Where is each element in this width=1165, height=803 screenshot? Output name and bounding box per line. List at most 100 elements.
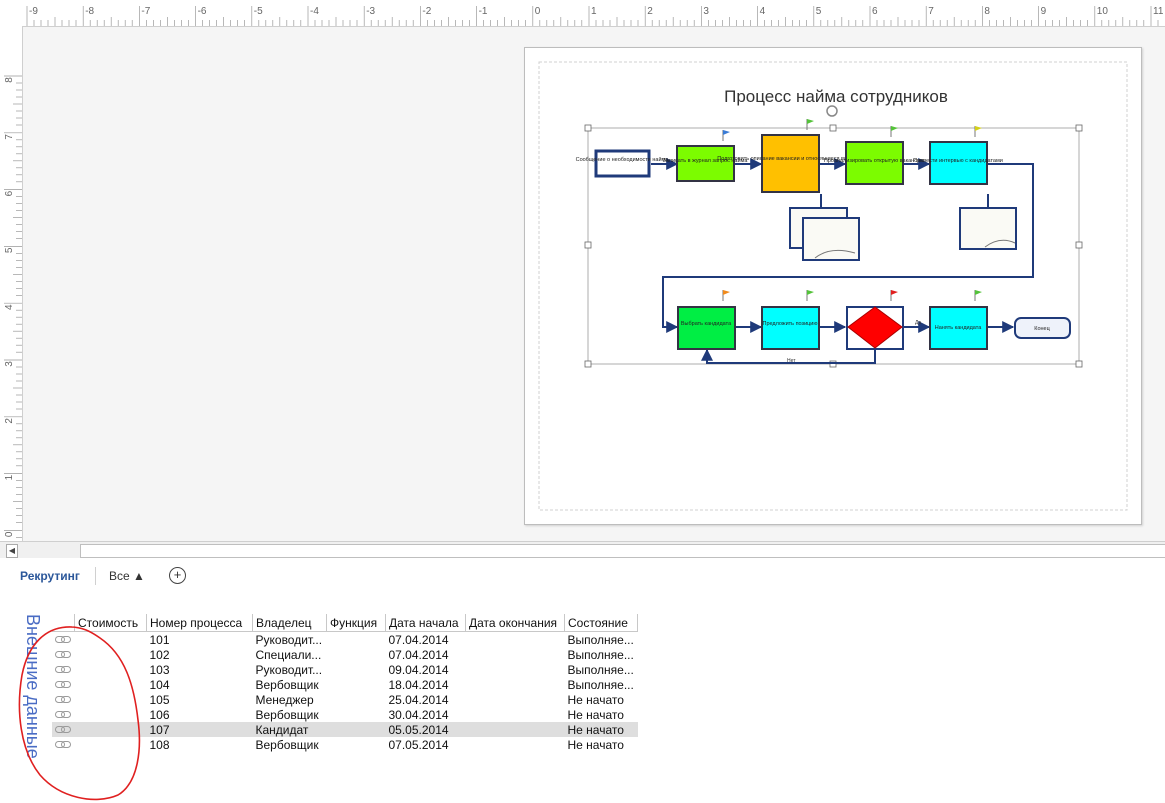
cell-owner[interactable]: Кандидат — [252, 722, 327, 737]
cell-owner[interactable]: Руководит... — [253, 662, 327, 677]
cell-func[interactable] — [327, 662, 386, 677]
cell-state[interactable]: Не начато — [564, 722, 638, 737]
table-row[interactable]: 107 Кандидат 05.05.2014 Не начато — [52, 722, 638, 737]
cell-end[interactable] — [465, 722, 565, 737]
cell-func[interactable] — [327, 692, 386, 707]
cell-num[interactable]: 104 — [147, 677, 253, 692]
cell-func[interactable] — [327, 707, 386, 722]
cell-state[interactable]: Выполняе... — [565, 677, 638, 692]
diagram-title: Процесс найма сотрудников — [724, 87, 948, 106]
cell-func[interactable] — [327, 677, 386, 692]
cell-num[interactable]: 107 — [146, 722, 253, 737]
scroll-thumb[interactable] — [80, 544, 1165, 558]
tab-recruiting[interactable]: Рекрутинг — [20, 569, 80, 583]
node-offer-position[interactable] — [761, 306, 820, 350]
cell-state[interactable]: Выполняе... — [565, 662, 638, 677]
cell-func[interactable] — [326, 722, 386, 737]
cell-num[interactable]: 108 — [147, 737, 253, 752]
cell-cost[interactable] — [75, 707, 147, 722]
cell-state[interactable]: Выполняе... — [565, 647, 638, 662]
cell-cost[interactable] — [75, 737, 147, 752]
cell-cost[interactable] — [75, 647, 147, 662]
ruler-tick-label: 11 — [1153, 6, 1164, 17]
vertical-ruler-ticks: 8 7 6 5 4 3 2 1 0 — [4, 75, 22, 538]
external-data-title: Внешние данные — [23, 614, 43, 759]
cell-cost[interactable] — [75, 662, 147, 677]
cell-end[interactable] — [466, 737, 565, 752]
flag-icon — [890, 290, 898, 301]
cell-num[interactable]: 103 — [147, 662, 253, 677]
table-row[interactable]: 108 Вербовщик 07.05.2014 Не начато — [52, 737, 638, 752]
column-header-cost[interactable]: Стоимость — [74, 614, 147, 632]
cell-end[interactable] — [466, 677, 565, 692]
cell-cost[interactable] — [75, 692, 147, 707]
process-diagram: Процесс найма сотрудников Да Нет Сообщен… — [538, 61, 1128, 511]
column-header-state[interactable]: Состояние — [564, 614, 638, 632]
horizontal-scrollbar[interactable]: ◀ — [0, 541, 1165, 559]
rotate-handle-icon[interactable] — [826, 105, 838, 117]
cell-cost[interactable] — [75, 632, 147, 648]
column-header-function[interactable]: Функция — [326, 614, 386, 632]
node-start[interactable] — [594, 149, 651, 178]
link-icon — [52, 632, 75, 648]
external-data-grid[interactable]: Стоимость Номер процесса Владелец Функци… — [52, 614, 638, 752]
cell-start[interactable]: 05.05.2014 — [385, 722, 466, 737]
cell-start[interactable]: 18.04.2014 — [386, 677, 466, 692]
cell-num[interactable]: 106 — [147, 707, 253, 722]
table-row[interactable]: 102 Специали... 07.04.2014 Выполняе... — [52, 647, 638, 662]
tab-all-pages[interactable]: Все ▲ — [109, 569, 145, 583]
cell-start[interactable]: 07.04.2014 — [386, 632, 466, 648]
cell-owner[interactable]: Специали... — [253, 647, 327, 662]
ruler-tick-label: -5 — [254, 6, 263, 17]
cell-start[interactable]: 07.05.2014 — [386, 737, 466, 752]
column-header-owner[interactable]: Владелец — [252, 614, 327, 632]
cell-owner[interactable]: Вербовщик — [253, 677, 327, 692]
cell-state[interactable]: Не начато — [565, 707, 638, 722]
cell-func[interactable] — [327, 737, 386, 752]
column-header-end-date[interactable]: Дата окончания — [465, 614, 565, 632]
cell-end[interactable] — [466, 707, 565, 722]
table-row[interactable]: 106 Вербовщик 30.04.2014 Не начато — [52, 707, 638, 722]
cell-start[interactable]: 25.04.2014 — [386, 692, 466, 707]
cell-state[interactable]: Выполняе... — [565, 632, 638, 648]
ruler-tick-label: 3 — [703, 6, 709, 17]
cell-owner[interactable]: Менеджер — [253, 692, 327, 707]
table-row[interactable]: 105 Менеджер 25.04.2014 Не начато — [52, 692, 638, 707]
node-select-candidate[interactable] — [677, 306, 736, 350]
drawing-page[interactable]: Процесс найма сотрудников Да Нет Сообщен… — [524, 47, 1142, 525]
document-shape-2[interactable] — [959, 207, 1017, 250]
node-prepare-vacancy[interactable] — [761, 134, 820, 193]
document-shape-1[interactable] — [789, 207, 860, 261]
table-row[interactable]: 101 Руководит... 07.04.2014 Выполняе... — [52, 632, 638, 648]
cell-state[interactable]: Не начато — [565, 737, 638, 752]
cell-num[interactable]: 102 — [147, 647, 253, 662]
node-interview-label: Провести интервью с кандидатами — [913, 158, 1003, 164]
table-row[interactable]: 104 Вербовщик 18.04.2014 Выполняе... — [52, 677, 638, 692]
cell-owner[interactable]: Вербовщик — [253, 737, 327, 752]
cell-func[interactable] — [327, 632, 386, 648]
horizontal-ruler: -9-8-7-6-5-4-3-2-10123456789101112 — [0, 0, 1165, 27]
table-row[interactable]: 103 Руководит... 09.04.2014 Выполняе... — [52, 662, 638, 677]
cell-end[interactable] — [466, 647, 565, 662]
column-header-process-number[interactable]: Номер процесса — [146, 614, 253, 632]
cell-owner[interactable]: Вербовщик — [253, 707, 327, 722]
add-page-icon[interactable]: + — [169, 567, 186, 584]
ruler-tick-label: 7 — [928, 6, 934, 17]
link-icon — [52, 707, 75, 722]
ruler-tick-label: -4 — [310, 6, 319, 17]
cell-num[interactable]: 101 — [147, 632, 253, 648]
cell-start[interactable]: 09.04.2014 — [386, 662, 466, 677]
cell-end[interactable] — [466, 632, 565, 648]
cell-cost[interactable] — [75, 677, 147, 692]
cell-end[interactable] — [466, 692, 565, 707]
cell-start[interactable]: 30.04.2014 — [386, 707, 466, 722]
cell-func[interactable] — [327, 647, 386, 662]
column-header-start-date[interactable]: Дата начала — [385, 614, 466, 632]
cell-num[interactable]: 105 — [147, 692, 253, 707]
cell-state[interactable]: Не начато — [565, 692, 638, 707]
cell-cost[interactable] — [74, 722, 147, 737]
scroll-left-icon[interactable]: ◀ — [6, 544, 18, 558]
cell-start[interactable]: 07.04.2014 — [386, 647, 466, 662]
cell-owner[interactable]: Руководит... — [253, 632, 327, 648]
cell-end[interactable] — [466, 662, 565, 677]
